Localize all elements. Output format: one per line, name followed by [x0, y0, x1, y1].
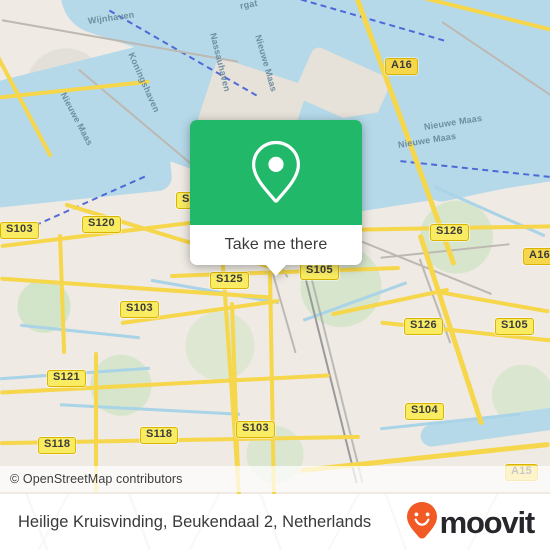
take-me-there-label: Take me there	[224, 236, 328, 253]
moovit-logo[interactable]: moovit	[405, 501, 550, 544]
map-canvas[interactable]: Wijnhaven Koningshaven Nassauhaven Nieuwe M…	[0, 0, 550, 494]
road-shield-s105: S105	[300, 263, 339, 280]
road-shield-s105: S105	[495, 318, 534, 335]
osm-attribution-text: © OpenStreetMap contributors	[10, 472, 183, 486]
road-shield-a16: A16	[523, 248, 550, 265]
popup-icon-area	[190, 120, 362, 225]
road-shield-s121: S121	[47, 370, 86, 387]
map-screenshot: Wijnhaven Koningshaven Nassauhaven Nieuwe M…	[0, 0, 550, 550]
road-shield-s104: S104	[405, 403, 444, 420]
moovit-pin-smiley-icon	[405, 501, 439, 544]
map-pin-icon	[247, 138, 305, 208]
take-me-there-button[interactable]: Take me there	[190, 225, 362, 265]
location-popup-card[interactable]: Take me there	[190, 120, 362, 276]
road-shield-s120: S120	[82, 216, 121, 233]
road-shield-s103: S103	[120, 301, 159, 318]
road-shield-a16: A16	[385, 58, 419, 75]
address-label: Heilige Kruisvinding, Beukendaal 2, Neth…	[18, 512, 372, 531]
road-shield-s126: S126	[430, 224, 469, 241]
road-shield-s118: S118	[38, 437, 77, 454]
road-shield-s103: S103	[0, 222, 39, 239]
road-shield-s126: S126	[404, 318, 443, 335]
footer-bar: Heilige Kruisvinding, Beukendaal 2, Neth…	[0, 494, 550, 550]
map-attribution-bar: © OpenStreetMap contributors	[0, 466, 550, 492]
road-shield-s125: S125	[210, 272, 249, 289]
popup-pointer	[265, 264, 287, 276]
moovit-wordmark: moovit	[439, 504, 536, 540]
road-shield-s103: S103	[236, 421, 275, 438]
road-shield-s118: S118	[140, 427, 179, 444]
